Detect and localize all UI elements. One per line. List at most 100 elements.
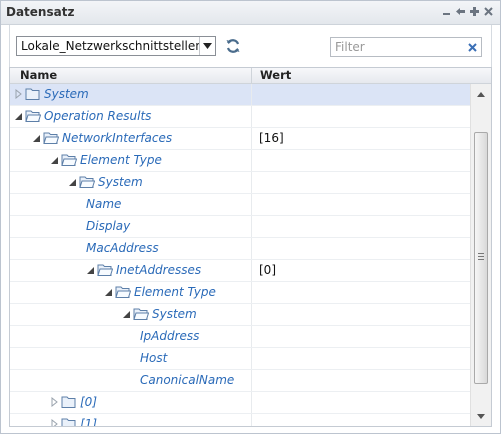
refresh-icon[interactable] — [224, 37, 242, 55]
tree-cell-value — [253, 172, 470, 193]
tree-row[interactable]: MacAddress — [10, 238, 470, 260]
tree-node-label: [0] — [80, 395, 97, 409]
tree-node-label: Operation Results — [44, 109, 152, 123]
tree-row[interactable]: IpAddress — [10, 326, 470, 348]
dataset-select[interactable]: Lokale_Netzwerkschnittstellen_ — [16, 36, 216, 56]
dataset-select-value: Lokale_Netzwerkschnittstellen_ — [21, 39, 199, 53]
tree-row[interactable]: System — [10, 304, 470, 326]
tree-node-label: NetworkInterfaces — [62, 131, 173, 145]
tree-cell-value — [253, 282, 470, 303]
tree-rows: System Operation Results NetworkInterfaces… — [10, 84, 470, 427]
pin-icon[interactable] — [455, 6, 466, 17]
tree-row[interactable]: Operation Results — [10, 106, 470, 128]
collapse-toggle-icon[interactable] — [50, 397, 60, 407]
close-icon[interactable] — [483, 6, 494, 17]
column-header-name[interactable]: Name — [10, 68, 252, 84]
tree-node-label: Display — [86, 219, 131, 233]
folder-icon — [115, 285, 132, 299]
tree-row[interactable]: [0] — [10, 392, 470, 414]
folder-icon — [61, 395, 77, 409]
expand-toggle-icon[interactable] — [104, 287, 114, 297]
tree-cell-name: Display — [10, 216, 252, 237]
tree-cell-name: NetworkInterfaces — [10, 128, 252, 149]
tree-cell-name: Element Type — [10, 282, 252, 303]
tree-row[interactable]: NetworkInterfaces [16] — [10, 128, 470, 150]
collapse-toggle-icon[interactable] — [50, 419, 60, 426]
tree-grid: Name Wert System Operation Results Network… — [9, 67, 492, 427]
tree-cell-name: Element Type — [10, 150, 252, 171]
tree-cell-value — [253, 150, 470, 171]
tree-cell-value — [253, 392, 470, 413]
column-header-value[interactable]: Wert — [252, 68, 470, 84]
folder-icon — [25, 109, 42, 123]
tree-node-label: InetAddresses — [116, 263, 202, 277]
folder-icon — [79, 175, 96, 189]
tree-cell-name: Name — [10, 194, 252, 215]
tree-cell-value — [253, 304, 470, 325]
tree-row[interactable]: System — [10, 172, 470, 194]
collapse-toggle-icon[interactable] — [14, 89, 24, 99]
chevron-down-icon[interactable] — [199, 37, 215, 55]
expand-toggle-icon[interactable] — [14, 111, 24, 121]
vertical-scrollbar[interactable] — [470, 84, 491, 426]
tree-node-label: Element Type — [80, 153, 162, 167]
folder-icon — [97, 263, 114, 277]
tree-cell-name: IpAddress — [10, 326, 252, 347]
tree-cell-name: Operation Results — [10, 106, 252, 127]
tree-row[interactable]: Element Type — [10, 282, 470, 304]
tree-row[interactable]: Display — [10, 216, 470, 238]
tree-cell-name: [1] — [10, 414, 252, 427]
tree-cell-name: InetAddresses — [10, 260, 252, 281]
tree-node-label: Host — [140, 351, 168, 365]
scrollbar-grip-icon — [478, 253, 484, 260]
tree-row[interactable]: [1] — [10, 414, 470, 427]
tree-cell-name: CanonicalName — [10, 370, 252, 391]
tree-cell-name: System — [10, 84, 252, 105]
tree-cell-value — [253, 348, 470, 369]
tree-cell-value — [253, 238, 470, 259]
tree-cell-name: System — [10, 304, 252, 325]
minimize-icon[interactable] — [441, 6, 452, 17]
tree-cell-value — [253, 326, 470, 347]
panel-header: Datensatz — [1, 1, 500, 25]
panel-title: Datensatz — [6, 5, 75, 19]
folder-icon — [25, 87, 41, 101]
expand-toggle-icon[interactable] — [50, 155, 60, 165]
tree-cell-value — [253, 370, 470, 391]
tree-cell-value — [253, 84, 470, 105]
tree-node-label: System — [98, 175, 143, 189]
scrollbar-thumb[interactable] — [474, 132, 488, 384]
tree-cell-name: Host — [10, 348, 252, 369]
tree-row[interactable]: Host — [10, 348, 470, 370]
toolbar: Lokale_Netzwerkschnittstellen_ — [9, 25, 492, 67]
tree-node-label: CanonicalName — [140, 373, 235, 387]
filter-input[interactable] — [331, 38, 461, 56]
expand-toggle-icon[interactable] — [122, 309, 132, 319]
tree-cell-name: System — [10, 172, 252, 193]
tree-cell-value — [253, 106, 470, 127]
tree-cell-name: [0] — [10, 392, 252, 413]
tree-row[interactable]: System — [10, 84, 470, 106]
tree-node-label: Name — [86, 197, 122, 211]
tree-node-label: Element Type — [134, 285, 216, 299]
expand-toggle-icon[interactable] — [86, 265, 96, 275]
tree-row[interactable]: CanonicalName — [10, 370, 470, 392]
dataset-panel: Datensatz Lokale_Netzwerkschnittstellen_ — [0, 0, 501, 434]
tree-row[interactable]: Name — [10, 194, 470, 216]
tree-node-label: System — [44, 87, 89, 101]
column-header: Name Wert — [10, 68, 491, 84]
scroll-down-icon[interactable] — [473, 408, 489, 424]
tree-row[interactable]: Element Type — [10, 150, 470, 172]
tree-node-label: MacAddress — [86, 241, 159, 255]
folder-icon — [133, 307, 150, 321]
expand-toggle-icon[interactable] — [32, 133, 42, 143]
tree-node-label: [1] — [80, 417, 97, 427]
scroll-up-icon[interactable] — [473, 86, 489, 102]
folder-icon — [43, 131, 60, 145]
tree-cell-name: MacAddress — [10, 238, 252, 259]
clear-icon[interactable] — [463, 38, 481, 56]
plus-icon[interactable] — [469, 6, 480, 17]
tree-cell-value — [253, 216, 470, 237]
tree-row[interactable]: InetAddresses [0] — [10, 260, 470, 282]
expand-toggle-icon[interactable] — [68, 177, 78, 187]
